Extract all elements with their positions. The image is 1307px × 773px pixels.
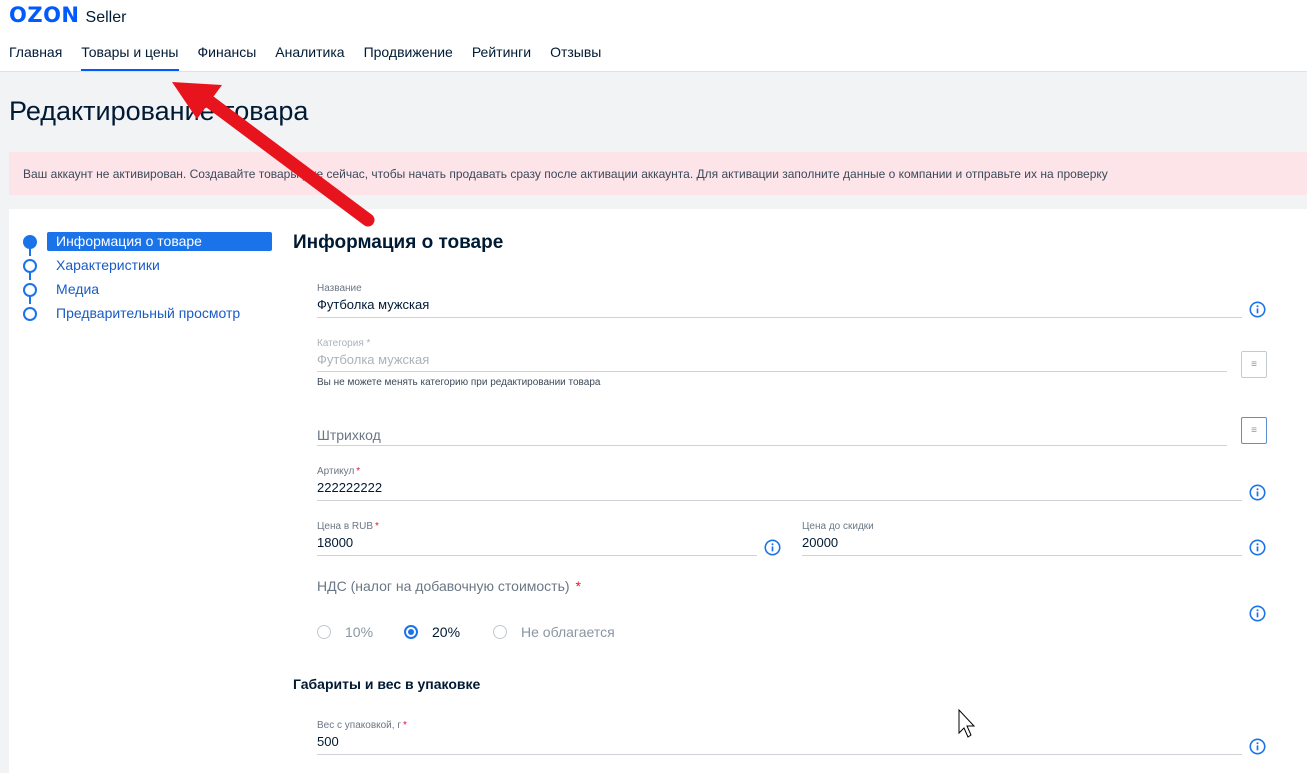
vat-radio-20[interactable]: 20% xyxy=(404,624,460,640)
logo-brand: OZON xyxy=(9,3,80,27)
step-dot-icon xyxy=(23,235,37,249)
vat-radio-10[interactable]: 10% xyxy=(317,624,373,640)
radio-label: 10% xyxy=(345,624,374,640)
info-circle-icon[interactable] xyxy=(1249,484,1266,501)
nav-item-products-prices[interactable]: Товары и цены xyxy=(81,44,179,71)
price-label: Цена в RUB * xyxy=(317,521,379,532)
list-icon: ≡ xyxy=(1251,425,1257,436)
nav-item-home[interactable]: Главная xyxy=(9,44,62,71)
category-field: Категория * Футболка мужская xyxy=(317,336,1227,372)
page-title: Редактирование товара xyxy=(9,96,309,126)
article-field[interactable]: Артикул * 222222222 xyxy=(317,464,1242,501)
step-label: Характеристики xyxy=(56,257,160,273)
main-nav: Главная Товары и цены Финансы Аналитика … xyxy=(9,44,620,71)
old-price-label: Цена до скидки xyxy=(802,521,874,532)
step-connector xyxy=(29,296,31,304)
weight-value: 500 xyxy=(317,734,339,749)
barcode-list-button[interactable]: ≡ xyxy=(1241,417,1267,444)
weight-label: Вес с упаковкой, г * xyxy=(317,720,407,731)
top-header: OZON Seller Главная Товары и цены Финанс… xyxy=(0,0,1307,72)
old-price-field[interactable]: Цена до скидки 20000 xyxy=(802,519,1242,556)
step-dot-icon xyxy=(23,259,37,273)
nav-item-analytics[interactable]: Аналитика xyxy=(275,44,344,71)
product-name-field[interactable]: Название Футболка мужская xyxy=(317,281,1242,318)
logo-product: Seller xyxy=(85,9,127,26)
ozon-seller-logo[interactable]: OZON Seller xyxy=(9,3,126,27)
info-circle-icon[interactable] xyxy=(1249,301,1266,318)
category-label: Категория * xyxy=(317,338,371,349)
price-field[interactable]: Цена в RUB * 18000 xyxy=(317,519,757,556)
product-edit-card: Информация о товаре Характеристики Медиа… xyxy=(9,209,1307,773)
vat-radio-none[interactable]: Не облагается xyxy=(493,624,615,640)
nav-item-reviews[interactable]: Отзывы xyxy=(550,44,601,71)
step-dot-icon xyxy=(23,283,37,297)
account-not-activated-alert: Ваш аккаунт не активирован. Создавайте т… xyxy=(9,152,1307,195)
step-connector xyxy=(29,272,31,280)
category-list-button[interactable]: ≡ xyxy=(1241,351,1267,378)
radio-label: 20% xyxy=(432,624,461,640)
radio-circle xyxy=(317,625,331,639)
radio-label: Не облагается xyxy=(521,624,615,640)
nav-item-ratings[interactable]: Рейтинги xyxy=(472,44,531,71)
step-label: Информация о товаре xyxy=(47,232,272,251)
info-circle-icon[interactable] xyxy=(1249,539,1266,556)
vat-label: НДС (налог на добавочную стоимость) * xyxy=(317,578,581,594)
nav-item-finance[interactable]: Финансы xyxy=(198,44,257,71)
barcode-placeholder: Штрихкод xyxy=(317,427,381,443)
step-label: Предварительный просмотр xyxy=(56,305,241,321)
dimensions-title: Габариты и вес в упаковке xyxy=(293,676,481,692)
article-label: Артикул * xyxy=(317,466,361,477)
step-connector xyxy=(29,248,31,256)
step-dot-icon xyxy=(23,307,37,321)
price-value: 18000 xyxy=(317,535,354,550)
info-circle-icon[interactable] xyxy=(1249,605,1266,622)
section-title: Информация о товаре xyxy=(293,232,504,253)
category-value: Футболка мужская xyxy=(317,352,430,367)
product-name-value: Футболка мужская xyxy=(317,297,430,312)
article-value: 222222222 xyxy=(317,480,383,495)
radio-circle xyxy=(493,625,507,639)
step-label: Медиа xyxy=(56,281,100,297)
list-icon: ≡ xyxy=(1251,359,1257,370)
barcode-input[interactable]: Штрихкод xyxy=(317,409,1227,446)
product-name-label: Название xyxy=(317,283,362,294)
nav-item-promotion[interactable]: Продвижение xyxy=(364,44,453,71)
info-circle-icon[interactable] xyxy=(1249,738,1266,755)
category-hint: Вы не можете менять категорию при редакт… xyxy=(317,377,601,388)
radio-circle xyxy=(404,625,418,639)
info-circle-icon[interactable] xyxy=(764,539,781,556)
old-price-value: 20000 xyxy=(802,535,839,550)
weight-field[interactable]: Вес с упаковкой, г * 500 xyxy=(317,718,1242,755)
